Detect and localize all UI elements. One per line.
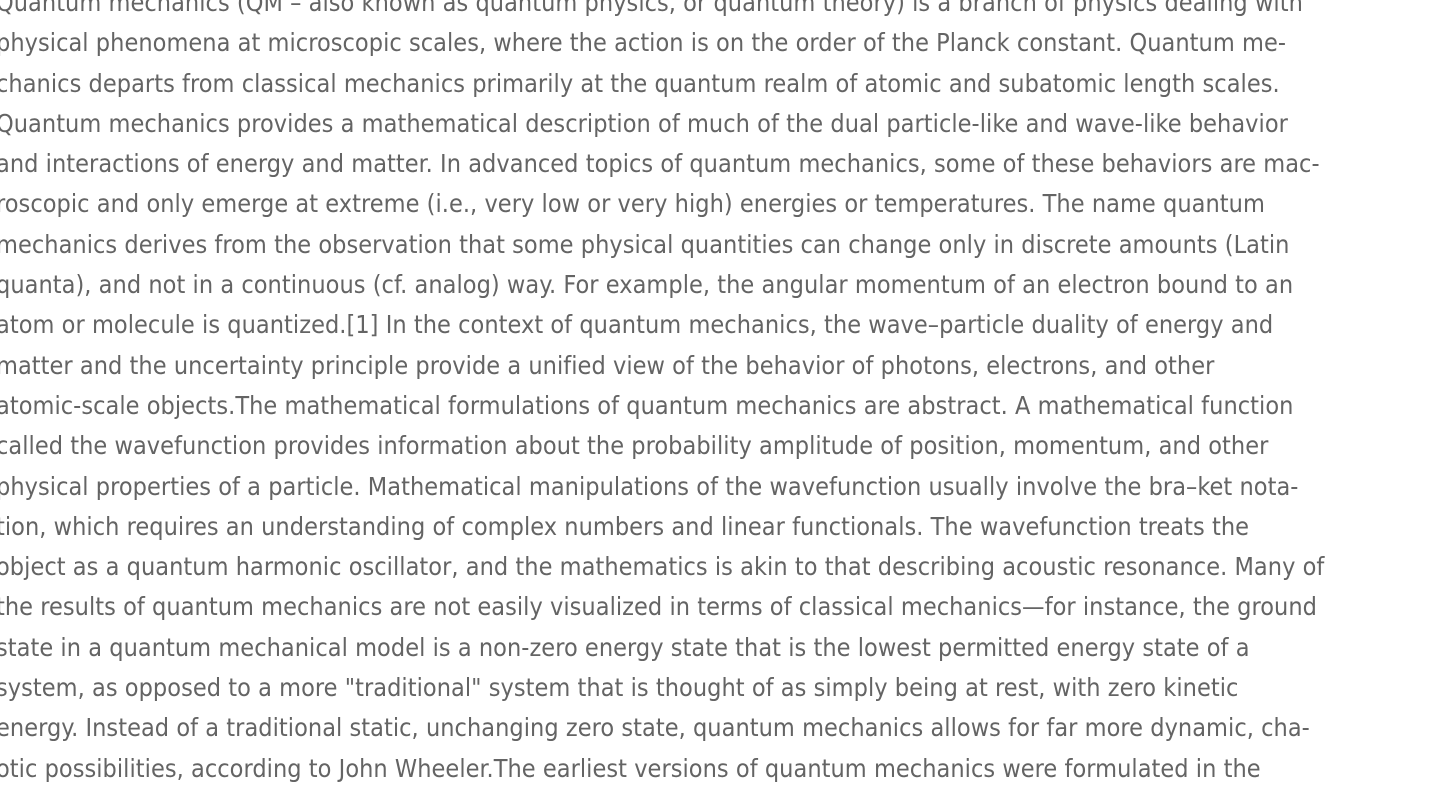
text-line: system, as opposed to a more "traditiona…	[0, 673, 1239, 703]
text-line: otic possibilities, according to John Wh…	[0, 753, 1261, 783]
text-line: matter and the uncertainty principle pro…	[0, 350, 1215, 380]
text-line: mechanics derives from the observation t…	[0, 229, 1290, 259]
text-line: Quantum mechanics provides a mathematica…	[0, 108, 1288, 138]
text-line: physical properties of a particle. Mathe…	[0, 471, 1299, 501]
text-line: atomic-scale objects.The mathematical fo…	[0, 390, 1294, 420]
text-line: object as a quantum harmonic oscillator,…	[0, 552, 1325, 582]
text-line: Quantum mechanics (QM – also known as qu…	[0, 0, 1303, 17]
text-line: tion, which requires an understanding of…	[0, 511, 1250, 541]
article-text: Quantum mechanics (QM – also known as qu…	[0, 0, 1440, 789]
text-line: roscopic and only emerge at extreme (i.e…	[0, 189, 1265, 219]
document-viewport: Quantum mechanics (QM – also known as qu…	[0, 0, 1440, 790]
text-line: energy. Instead of a traditional static,…	[0, 713, 1310, 743]
text-line: the results of quantum mechanics are not…	[0, 592, 1318, 622]
text-line: called the wavefunction provides informa…	[0, 431, 1269, 461]
text-line: atom or molecule is quantized.[1] In the…	[0, 310, 1274, 340]
text-line: chanics departs from classical mechanics…	[0, 68, 1280, 98]
text-line: quanta), and not in a continuous (cf. an…	[0, 270, 1294, 300]
text-line: state in a quantum mechanical model is a…	[0, 632, 1250, 662]
text-line: and interactions of energy and matter. I…	[0, 149, 1320, 179]
text-line: physical phenomena at microscopic scales…	[0, 28, 1287, 58]
